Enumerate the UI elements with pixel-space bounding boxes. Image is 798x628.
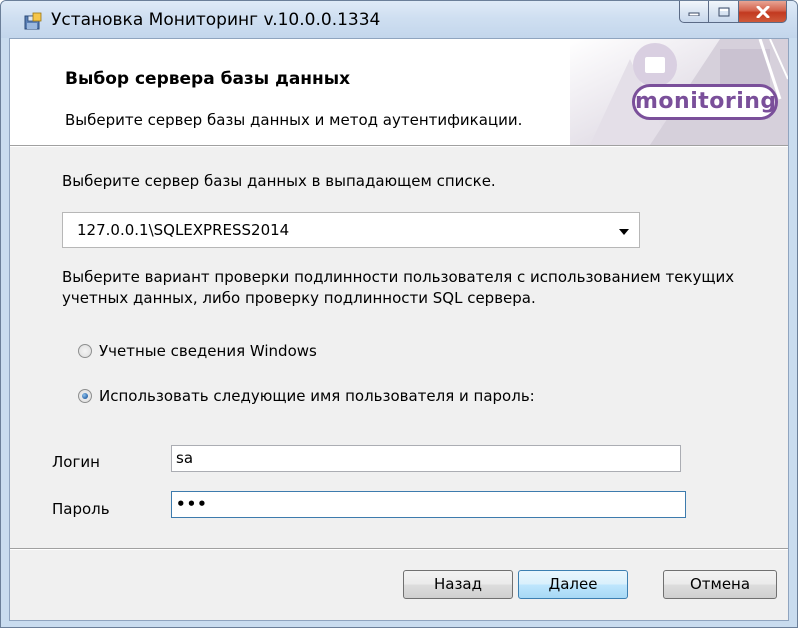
- close-icon: [756, 5, 769, 18]
- auth-prompt-line1: Выберите вариант проверки подлинности по…: [62, 268, 735, 286]
- radio-sql-auth-label[interactable]: Использовать следующие имя пользователя …: [99, 387, 535, 405]
- footer-divider: [10, 548, 788, 550]
- banner-divider: [10, 145, 788, 147]
- next-button[interactable]: Далее: [518, 570, 628, 599]
- maximize-button[interactable]: [709, 1, 739, 23]
- close-button[interactable]: [739, 1, 787, 23]
- minimize-button[interactable]: [679, 1, 709, 23]
- window-title: Установка Мониторинг v.10.0.0.1334: [51, 10, 381, 30]
- title-bar[interactable]: Установка Мониторинг v.10.0.0.1334: [1, 1, 797, 38]
- cancel-button[interactable]: Отмена: [663, 570, 777, 599]
- installer-icon: [24, 12, 42, 30]
- page-description: Выберите сервер базы данных и метод ауте…: [65, 111, 523, 129]
- page-title: Выбор сервера базы данных: [65, 69, 351, 89]
- server-prompt: Выберите сервер базы данных в выпадающем…: [62, 172, 496, 190]
- radio-sql-auth[interactable]: Использовать следующие имя пользователя …: [78, 387, 535, 405]
- caption-buttons: [679, 1, 787, 23]
- server-select-value: 127.0.0.1\SQLEXPRESS2014: [77, 221, 290, 239]
- wizard-client-area: Выбор сервера базы данных Выберите серве…: [9, 38, 789, 621]
- installer-window: Установка Мониторинг v.10.0.0.1334 Выбор…: [0, 0, 798, 628]
- password-label: Пароль: [52, 500, 110, 518]
- server-select[interactable]: 127.0.0.1\SQLEXPRESS2014: [62, 212, 640, 248]
- maximize-icon: [718, 7, 729, 16]
- login-label: Логин: [52, 453, 100, 471]
- chevron-down-icon[interactable]: [619, 229, 629, 235]
- radio-button[interactable]: [78, 344, 92, 358]
- back-button[interactable]: Назад: [403, 570, 513, 599]
- minimize-icon: [688, 12, 700, 16]
- login-field[interactable]: sa: [171, 445, 681, 472]
- radio-button-selected[interactable]: [78, 389, 92, 403]
- radio-windows-auth-label[interactable]: Учетные сведения Windows: [99, 342, 317, 360]
- auth-prompt-line2: учетных данных, либо проверку подлинност…: [62, 289, 536, 307]
- monitoring-logo: monitoring: [632, 84, 778, 120]
- password-field[interactable]: •••: [171, 491, 686, 518]
- radio-windows-auth[interactable]: Учетные сведения Windows: [78, 342, 317, 360]
